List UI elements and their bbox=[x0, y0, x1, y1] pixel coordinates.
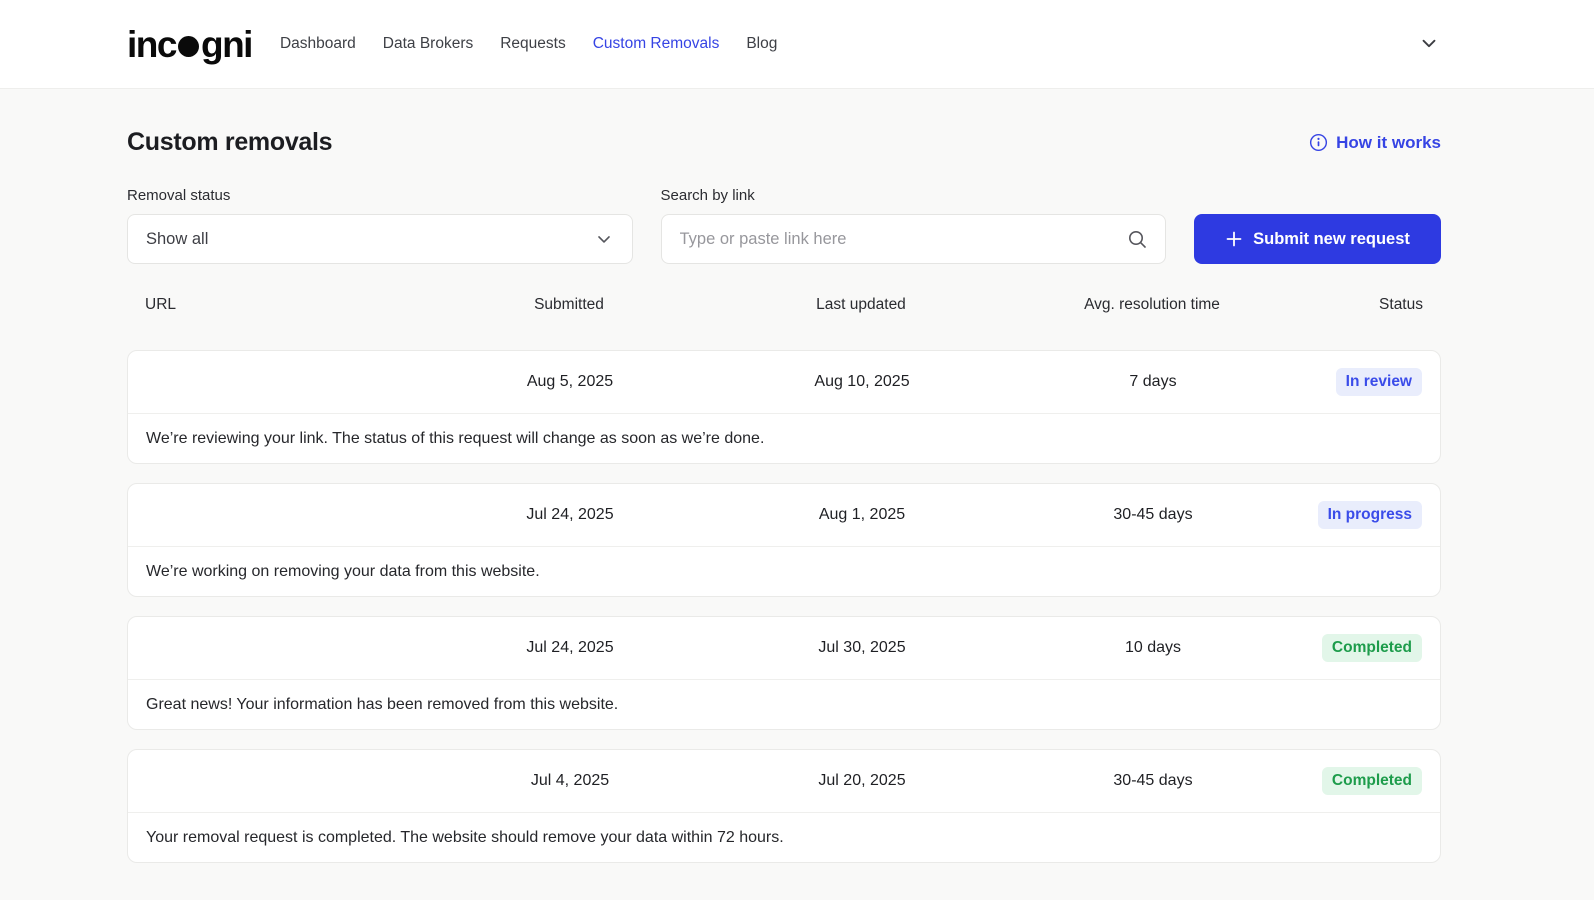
removal-request-card: Jul 24, 2025 Aug 1, 2025 30-45 days In p… bbox=[127, 483, 1441, 597]
submit-new-request-label: Submit new request bbox=[1253, 229, 1410, 248]
status-cell: In progress bbox=[1296, 501, 1422, 529]
status-badge: In progress bbox=[1317, 501, 1422, 529]
table-row: Aug 5, 2025 Aug 10, 2025 7 days In revie… bbox=[128, 351, 1440, 413]
logo-text-post: gni bbox=[200, 23, 253, 65]
table-column-header: Submitted bbox=[534, 296, 604, 313]
removal-status-label: Removal status bbox=[127, 187, 231, 204]
last-updated-date: Aug 1, 2025 bbox=[818, 506, 906, 523]
last-updated-date: Aug 10, 2025 bbox=[814, 373, 910, 390]
submitted-date: Jul 4, 2025 bbox=[530, 772, 610, 789]
table-row: Jul 4, 2025 Jul 20, 2025 30-45 days Comp… bbox=[128, 750, 1440, 812]
table-row: Jul 24, 2025 Jul 30, 2025 10 days Comple… bbox=[128, 617, 1440, 679]
status-cell: In review bbox=[1296, 368, 1422, 396]
search-field-wrapper bbox=[660, 214, 1166, 264]
search-input[interactable] bbox=[679, 229, 1127, 249]
status-message: We’re working on removing your data from… bbox=[128, 546, 1440, 596]
table-header-row: URL Submitted Last updated Avg. resolution … bbox=[127, 296, 1441, 314]
status-cell: Completed bbox=[1296, 634, 1422, 662]
custom-removals-page: Custom removals How it works Removal sta… bbox=[0, 89, 1594, 863]
main-nav: Dashboard Data Brokers Requests Custom Remo… bbox=[280, 35, 777, 53]
search-by-link-label: Search by link bbox=[660, 187, 755, 204]
search-icon bbox=[1127, 229, 1147, 249]
chevron-down-icon bbox=[1418, 32, 1440, 57]
table-column-header: Status bbox=[1379, 296, 1423, 313]
nav-item[interactable]: Dashboard bbox=[280, 35, 356, 53]
avg-resolution-time: 7 days bbox=[1129, 373, 1177, 390]
top-navigation-bar: inc gni Dashboard Data Brokers Requests Cus… bbox=[0, 0, 1594, 89]
submitted-date: Jul 24, 2025 bbox=[526, 639, 614, 656]
how-it-works-label: How it works bbox=[1336, 132, 1441, 152]
last-updated-date: Jul 20, 2025 bbox=[818, 772, 906, 789]
removal-status-filter: Removal status Show all bbox=[127, 187, 633, 264]
table-column-header: Avg. resolution time bbox=[1084, 296, 1220, 313]
status-badge: Completed bbox=[1321, 634, 1422, 662]
nav-item[interactable]: Blog bbox=[746, 35, 777, 53]
submit-new-request-button[interactable]: Submit new request bbox=[1194, 214, 1441, 264]
nav-item[interactable]: Requests bbox=[500, 35, 565, 53]
info-circle-icon bbox=[1309, 133, 1328, 152]
avg-resolution-time: 10 days bbox=[1124, 639, 1182, 656]
table-column-header: URL bbox=[145, 296, 177, 313]
status-message: We’re reviewing your link. The status of… bbox=[128, 413, 1440, 463]
removal-status-select[interactable]: Show all bbox=[127, 214, 633, 264]
avg-resolution-time: 30-45 days bbox=[1113, 772, 1193, 789]
chevron-down-icon bbox=[594, 229, 614, 249]
avg-resolution-time: 30-45 days bbox=[1113, 506, 1193, 523]
status-badge: In review bbox=[1335, 368, 1422, 396]
filters-row: Removal status Show all Search by link T… bbox=[127, 187, 1441, 264]
status-message: Great news! Your information has been re… bbox=[128, 679, 1440, 729]
status-message: Your removal request is completed. The w… bbox=[128, 812, 1440, 862]
title-row: Custom removals How it works bbox=[127, 128, 1441, 157]
search-by-link-group: Search by link bbox=[660, 187, 1166, 264]
removal-status-selected-value: Show all bbox=[146, 229, 209, 248]
page-title: Custom removals bbox=[127, 128, 333, 156]
plus-icon bbox=[1225, 230, 1243, 248]
table-column-header: Last updated bbox=[816, 296, 906, 313]
status-cell: Completed bbox=[1296, 767, 1422, 795]
incogni-logo[interactable]: inc gni bbox=[127, 23, 253, 65]
submitted-date: Aug 5, 2025 bbox=[526, 373, 614, 390]
logo-text-pre: inc bbox=[127, 23, 177, 65]
removal-request-card: Jul 4, 2025 Jul 20, 2025 30-45 days Comp… bbox=[127, 749, 1441, 863]
logo-o-circle-icon bbox=[177, 35, 199, 57]
how-it-works-link[interactable]: How it works bbox=[1309, 133, 1441, 153]
status-badge: Completed bbox=[1321, 767, 1422, 795]
last-updated-date: Jul 30, 2025 bbox=[818, 639, 906, 656]
submitted-date: Jul 24, 2025 bbox=[526, 506, 614, 523]
table-row: Jul 24, 2025 Aug 1, 2025 30-45 days In p… bbox=[128, 484, 1440, 546]
removal-request-card: Aug 5, 2025 Aug 10, 2025 7 days In revie… bbox=[127, 350, 1441, 464]
submit-wrap: Submit new request bbox=[1194, 187, 1441, 264]
nav-item[interactable]: Data Brokers bbox=[383, 35, 473, 53]
nav-item[interactable]: Custom Removals bbox=[593, 35, 720, 53]
removal-request-card: Jul 24, 2025 Jul 30, 2025 10 days Comple… bbox=[127, 616, 1441, 730]
account-menu-button[interactable] bbox=[1414, 28, 1444, 61]
removal-requests-list: Aug 5, 2025 Aug 10, 2025 7 days In revie… bbox=[127, 350, 1441, 863]
